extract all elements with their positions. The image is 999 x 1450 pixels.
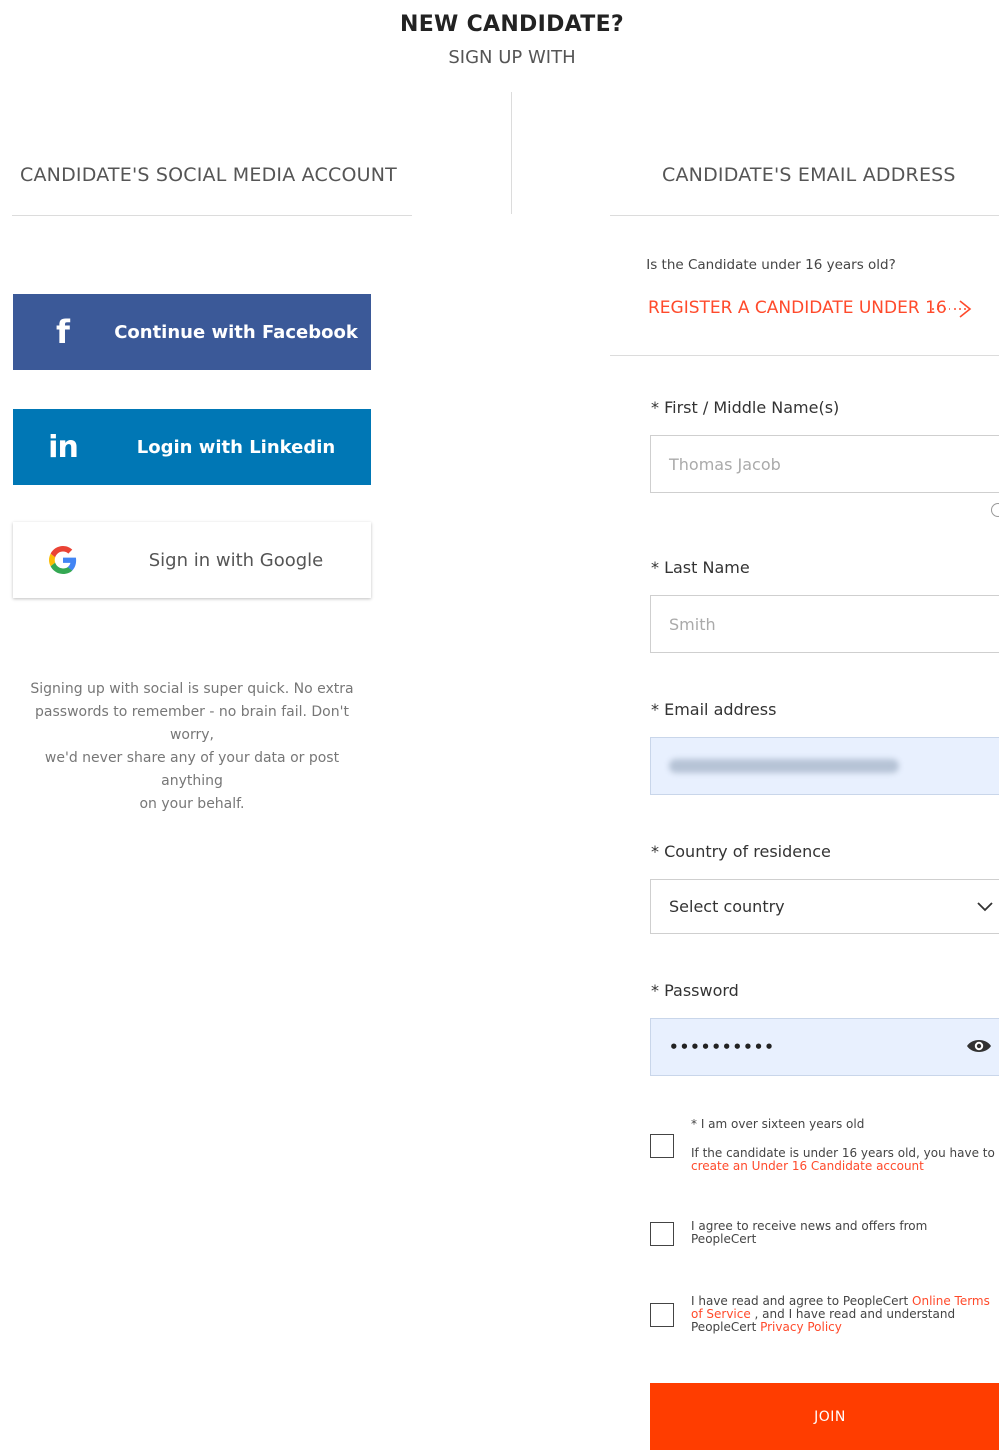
google-button-label: Sign in with Google [148,549,324,571]
linkedin-button-label: Login with Linkedin [136,436,336,458]
online-terms-link[interactable]: Online Terms [912,1294,990,1308]
register-under16-link[interactable]: REGISTER A CANDIDATE UNDER 16 [648,298,947,318]
last-name-label: * Last Name [651,558,750,577]
email-input[interactable] [650,737,999,795]
over16-checkbox[interactable] [650,1134,674,1158]
password-label: * Password [651,981,739,1000]
news-label: I agree to receive news and offers from … [691,1219,928,1246]
email-heading-rule [610,215,999,216]
terms-label: I have read and agree to PeopleCert Onli… [691,1294,990,1334]
password-input[interactable]: •••••••••• [650,1018,999,1076]
country-select[interactable]: Select country [650,879,999,934]
under16-note: If the candidate is under 16 years old, … [691,1146,995,1173]
privacy-policy-link[interactable]: Privacy Policy [760,1320,842,1334]
email-label: * Email address [651,700,777,719]
chevron-down-icon [977,902,993,912]
first-name-input[interactable]: Thomas Jacob [650,435,999,493]
google-button[interactable]: Sign in with Google [13,522,371,598]
over16-label: * I am over sixteen years old [691,1117,865,1131]
google-icon [13,546,113,574]
social-heading: CANDIDATE'S SOCIAL MEDIA ACCOUNT [20,164,397,186]
linkedin-button[interactable]: in Login with Linkedin [13,409,371,485]
terms-of-service-link[interactable]: of Service [691,1307,751,1321]
arrow-right-icon[interactable] [930,297,974,321]
under16-rule [610,355,999,356]
facebook-button[interactable]: f Continue with Facebook [13,294,371,370]
under16-question: Is the Candidate under 16 years old? [646,257,896,273]
linkedin-icon: in [48,429,79,465]
social-note: Signing up with social is super quick. N… [30,681,354,812]
create-under16-account-link[interactable]: create an Under 16 Candidate account [691,1160,995,1173]
country-label: * Country of residence [651,842,831,861]
page-subtitle: SIGN UP WITH [448,47,576,68]
social-heading-rule [12,215,412,216]
first-name-label: * First / Middle Name(s) [651,398,840,417]
facebook-icon: f [56,313,70,351]
column-divider [511,92,512,214]
info-icon[interactable] [991,503,999,517]
email-heading: CANDIDATE'S EMAIL ADDRESS [662,164,956,186]
show-password-icon[interactable] [965,1036,993,1056]
news-checkbox[interactable] [650,1222,674,1246]
last-name-input[interactable]: Smith [650,595,999,653]
facebook-button-label: Continue with Facebook [114,321,358,343]
redacted-email-value [669,759,899,773]
page-title: NEW CANDIDATE? [400,12,624,37]
join-button[interactable]: JOIN [650,1383,999,1450]
terms-checkbox[interactable] [650,1303,674,1327]
